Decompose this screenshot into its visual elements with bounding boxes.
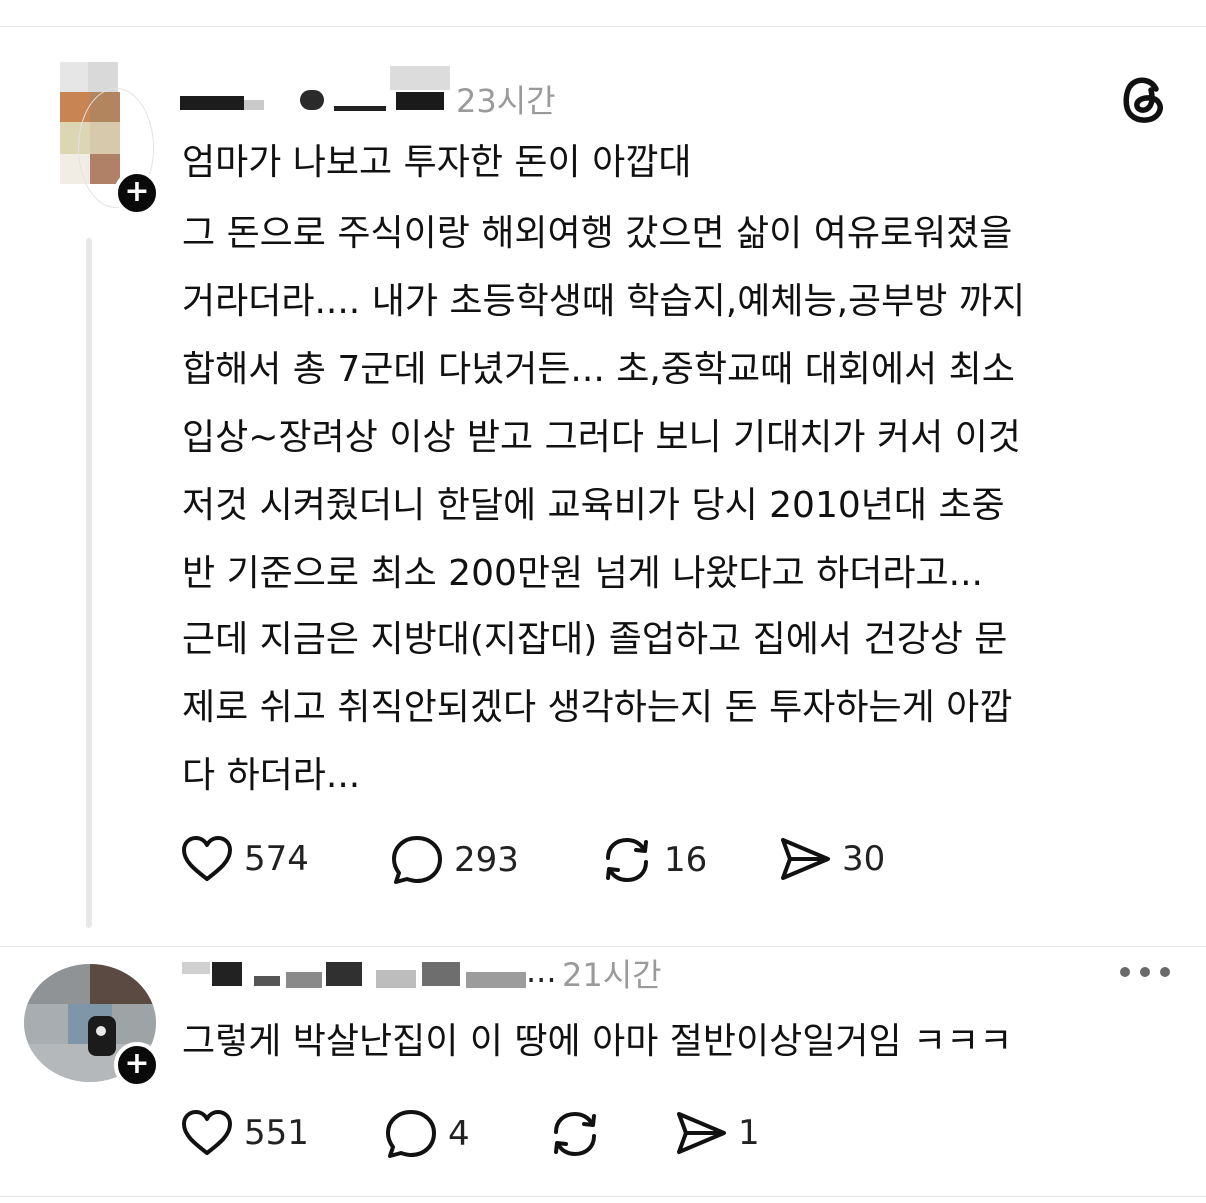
- username-ellipsis: ...: [526, 952, 557, 990]
- top-divider: [0, 26, 1206, 27]
- reply-count: 4: [448, 1114, 470, 1154]
- heart-icon: [182, 836, 232, 881]
- plus-icon: +: [124, 1046, 150, 1081]
- like-button[interactable]: 551: [180, 1108, 309, 1158]
- thread-connector-line: [86, 238, 92, 928]
- threads-logo-icon[interactable]: [1118, 72, 1170, 126]
- share-button[interactable]: 30: [778, 834, 885, 884]
- speech-bubble-icon: [386, 1110, 436, 1158]
- paper-plane-icon: [677, 1112, 726, 1154]
- reply-button[interactable]: 4: [384, 1108, 470, 1160]
- post-body-paragraph-2: 근데 지금은 지방대(지잡대) 졸업하고 집에서 건강상 문 제로 쉬고 취직안…: [182, 619, 1013, 796]
- reply-button[interactable]: 293: [390, 834, 519, 886]
- share-count: 30: [842, 839, 886, 879]
- like-button[interactable]: 574: [180, 834, 309, 884]
- speech-bubble-icon: [392, 836, 442, 884]
- post-divider: [0, 946, 1206, 947]
- repost-arrows-icon: [554, 1111, 596, 1157]
- like-count: 574: [244, 839, 309, 879]
- heart-icon: [182, 1110, 232, 1155]
- share-button[interactable]: 1: [674, 1108, 760, 1158]
- repost-count: 16: [664, 840, 708, 880]
- post-body-paragraph-1: 그 돈으로 주식이랑 해외여행 갔으면 삶이 여유로워졌을 거라더라.... 내…: [182, 213, 1026, 594]
- timestamp: 23시간: [456, 82, 556, 120]
- paper-plane-icon: [781, 838, 830, 880]
- more-dots-icon[interactable]: [1118, 960, 1172, 984]
- share-count: 1: [738, 1113, 760, 1153]
- plus-icon: +: [124, 174, 150, 209]
- repost-button[interactable]: [548, 1108, 612, 1160]
- reply-text: 그렇게 박살난집이 이 땅에 아마 절반이상일거임 ㅋㅋㅋ: [182, 1021, 1013, 1062]
- post-headline: 엄마가 나보고 투자한 돈이 아깝대: [182, 142, 692, 183]
- like-count: 551: [244, 1113, 309, 1153]
- repost-button[interactable]: 16: [600, 834, 707, 886]
- follow-button[interactable]: +: [114, 170, 160, 216]
- reply-count: 293: [454, 840, 519, 880]
- threads-page: + 23시간 엄마가 나보고 투자한 돈이 아깝대 그 돈으로 주식이랑 해외여…: [0, 0, 1206, 1203]
- timestamp: 21시간: [562, 956, 662, 994]
- bottom-divider: [0, 1196, 1206, 1197]
- follow-button[interactable]: +: [114, 1042, 160, 1088]
- repost-arrows-icon: [606, 837, 648, 883]
